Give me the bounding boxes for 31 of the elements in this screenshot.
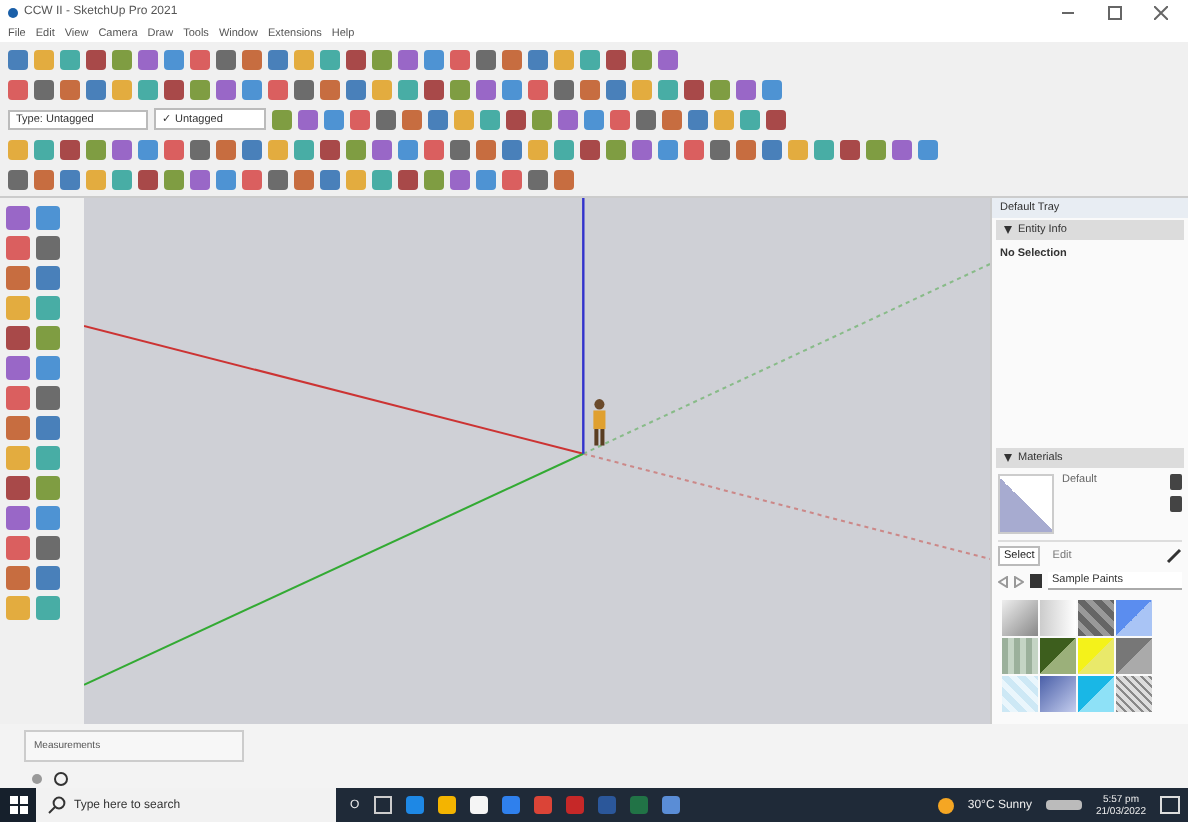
material-swatch[interactable] [1116, 638, 1152, 674]
material-swatch[interactable] [1002, 600, 1038, 636]
back-icon[interactable] [998, 575, 1008, 587]
forward-icon[interactable] [1014, 575, 1024, 587]
material-swatch[interactable] [1078, 600, 1114, 636]
notification-icon[interactable] [1160, 796, 1180, 814]
material-swatch[interactable] [1002, 638, 1038, 674]
tool-icon[interactable] [36, 536, 60, 560]
tool-icon[interactable] [6, 326, 30, 350]
task-view-icon[interactable] [373, 796, 392, 814]
tool-icon[interactable] [36, 386, 60, 410]
material-swatch[interactable] [1078, 638, 1114, 674]
material-swatch[interactable] [1078, 676, 1114, 712]
weather-icon [937, 797, 954, 813]
app-icon [8, 7, 18, 17]
material-swatch[interactable] [1040, 638, 1076, 674]
material-swatch[interactable] [1040, 600, 1076, 636]
material-swatch[interactable] [1002, 676, 1038, 712]
material-preview [998, 474, 1054, 534]
person-figure-drawing [593, 399, 606, 446]
close-icon[interactable] [1153, 5, 1167, 19]
search-icon [48, 796, 66, 814]
pencil-icon[interactable] [1166, 548, 1182, 564]
system-tray-icon[interactable] [1045, 800, 1082, 810]
info-icon[interactable] [54, 771, 68, 785]
material-swatch[interactable] [1116, 600, 1152, 636]
material-swatch[interactable] [1040, 676, 1076, 712]
tool-icon[interactable] [36, 236, 60, 260]
material-swatch[interactable] [1116, 676, 1152, 712]
windows-start-icon[interactable] [0, 788, 36, 822]
tool-icon[interactable] [6, 476, 30, 500]
